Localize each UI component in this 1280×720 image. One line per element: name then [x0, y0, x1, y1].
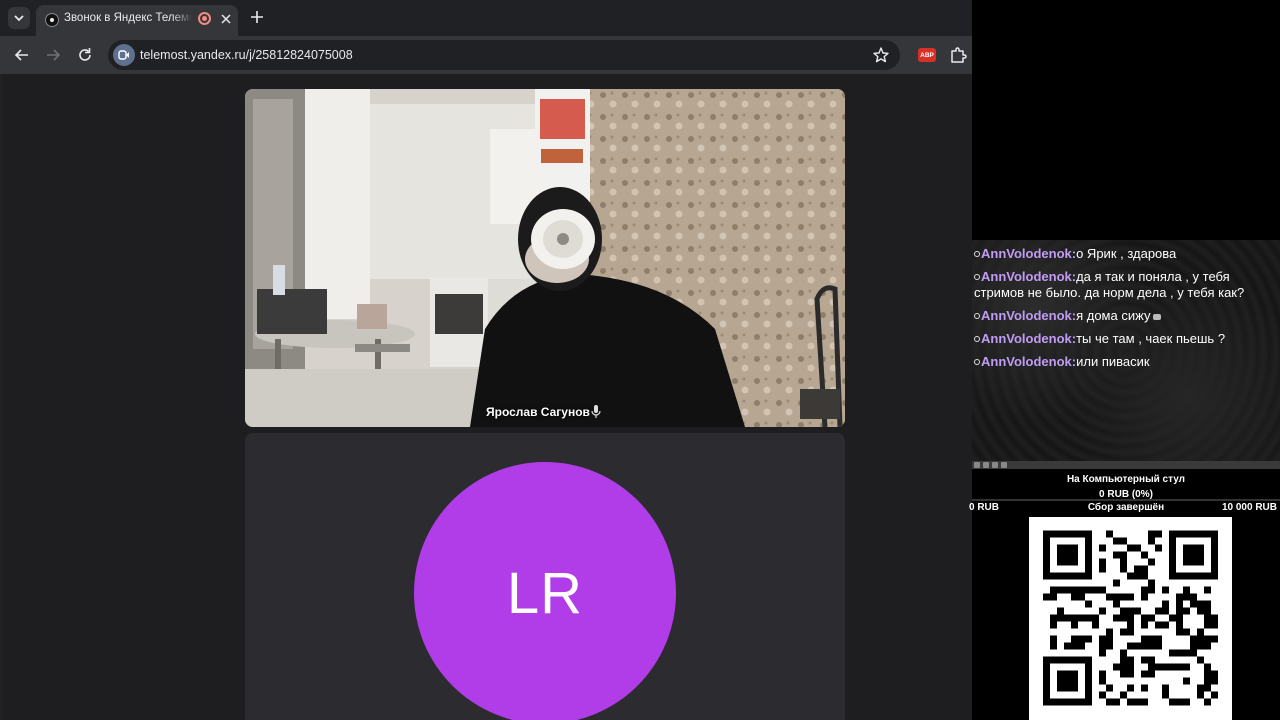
bookmark-star-icon[interactable] — [872, 46, 890, 64]
chat-username: AnnVolodenok: — [981, 308, 1077, 323]
chat-text: ты че там , чаек пьешь ? — [1076, 331, 1226, 346]
mini-icon — [974, 462, 980, 468]
chat-message: AnnVolodenok:о Ярик , здарова — [974, 246, 1278, 262]
participant-avatar-tile[interactable]: LR — [245, 433, 845, 720]
chat-username: AnnVolodenok: — [981, 269, 1077, 284]
browser-window: Звонок в Яндекс Телемост — [0, 0, 972, 720]
new-tab-button[interactable] — [246, 6, 268, 28]
reload-icon — [79, 48, 91, 61]
screen: Звонок в Яндекс Телемост — [0, 0, 1280, 720]
chat-text: я дома сижу — [1076, 308, 1151, 323]
participant-video-tile[interactable]: Ярослав Сагунов — [245, 89, 845, 427]
donation-qr-code — [1029, 517, 1232, 720]
overlay-icon-strip — [972, 461, 1280, 469]
donation-goal-max: 10 000 RUB — [1221, 502, 1277, 513]
close-icon[interactable] — [218, 10, 234, 28]
chat-bullet-icon — [974, 274, 980, 280]
chat-message: AnnVolodenok:я дома сижу — [974, 308, 1278, 324]
adblock-extension-icon[interactable]: ABP — [918, 48, 936, 62]
forward-button[interactable] — [42, 44, 64, 66]
chat-text: о Ярик , здарова — [1076, 246, 1177, 261]
donation-goal-title: На Компьютерный стул — [1066, 474, 1186, 485]
mini-icon — [983, 462, 989, 468]
chat-bullet-icon — [974, 336, 980, 342]
chat-username: AnnVolodenok: — [981, 331, 1077, 346]
chat-feed: AnnVolodenok:о Ярик , здарова AnnVoloden… — [974, 246, 1278, 377]
tab-telemost[interactable]: Звонок в Яндекс Телемост — [36, 5, 238, 36]
avatar: LR — [414, 462, 676, 720]
microphone-icon — [591, 405, 601, 419]
participant-name: Ярослав Сагунов — [486, 405, 590, 419]
chat-username: AnnVolodenok: — [981, 354, 1077, 369]
toolbar: telemost.yandex.ru/j/25812824075008 ABP — [0, 36, 972, 74]
stream-overlay: AnnVolodenok:о Ярик , здарова AnnVoloden… — [969, 0, 1280, 720]
chat-username: AnnVolodenok: — [981, 246, 1077, 261]
donation-goal-progress-bar — [972, 499, 1280, 501]
recording-indicator-icon — [198, 12, 211, 25]
arrow-left-icon — [14, 49, 28, 61]
chat-bullet-icon — [974, 313, 980, 319]
chevron-down-icon — [14, 15, 24, 22]
chat-bullet-icon — [974, 251, 980, 257]
back-button[interactable] — [11, 44, 33, 66]
url-text: telemost.yandex.ru/j/25812824075008 — [140, 48, 353, 62]
tab-title: Звонок в Яндекс Телемост — [64, 12, 192, 28]
mini-icon — [992, 462, 998, 468]
chat-message: AnnVolodenok:ты че там , чаек пьешь ? — [974, 331, 1278, 347]
chat-message: AnnVolodenok:или пивасик — [974, 354, 1278, 370]
camera-feed-image — [245, 89, 845, 427]
extensions-puzzle-icon[interactable] — [948, 45, 968, 65]
arrow-right-icon — [47, 49, 61, 61]
tab-search-button[interactable] — [8, 7, 30, 29]
chat-text: или пивасик — [1076, 354, 1150, 369]
telemost-favicon-icon — [45, 13, 59, 27]
avatar-initials: LR — [506, 560, 584, 626]
chat-message: AnnVolodenok:да я так и поняла , у тебя … — [974, 269, 1278, 301]
qr-code-image — [1043, 530, 1218, 706]
emote-icon — [1153, 314, 1162, 320]
mini-icon — [1001, 462, 1007, 468]
site-info-icon[interactable] — [113, 44, 135, 66]
reload-button[interactable] — [74, 44, 96, 66]
tab-strip: Звонок в Яндекс Телемост — [0, 0, 972, 36]
chat-bullet-icon — [974, 359, 980, 365]
plus-icon — [251, 11, 263, 23]
address-bar[interactable]: telemost.yandex.ru/j/25812824075008 — [108, 40, 900, 70]
